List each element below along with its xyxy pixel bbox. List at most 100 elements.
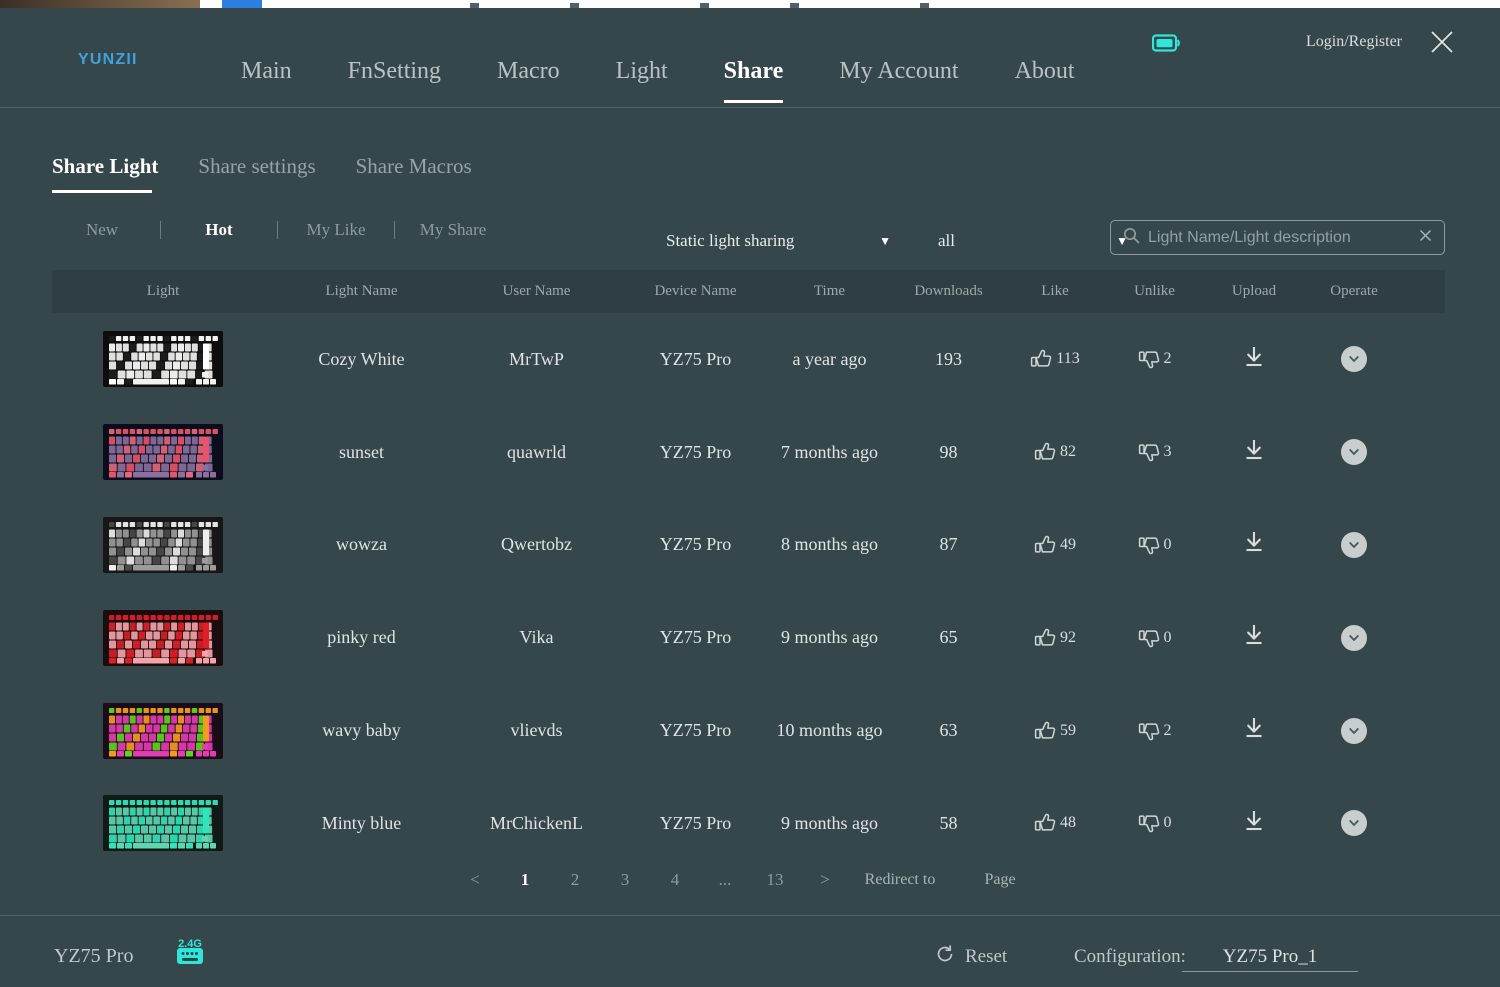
pagination-page-2[interactable]: 2 <box>550 870 600 890</box>
cell-user-name: vlievds <box>510 720 563 741</box>
sort-filter-new[interactable]: New <box>52 220 152 240</box>
sort-filter-my-share[interactable]: My Share <box>403 220 503 240</box>
like-button[interactable]: 59 <box>1005 719 1105 743</box>
operate-expand-button[interactable] <box>1341 624 1367 651</box>
cell-time: 7 months ago <box>781 441 878 462</box>
unlike-button[interactable]: 3 <box>1105 440 1204 464</box>
operate-expand-button[interactable] <box>1341 531 1367 558</box>
table-row[interactable]: wavy baby vlievds YZ75 Pro 10 months ago 63 5… <box>52 684 1445 777</box>
sort-filter-hot[interactable]: Hot <box>169 220 269 240</box>
pagination-prev[interactable]: < <box>450 870 500 890</box>
search-input[interactable] <box>1148 228 1411 247</box>
clear-icon[interactable] <box>1417 227 1434 249</box>
download-icon <box>1246 346 1262 366</box>
like-button[interactable]: 49 <box>1005 533 1105 557</box>
cell-device-name: YZ75 Pro <box>659 627 732 648</box>
download-button[interactable] <box>1241 808 1267 834</box>
cell-time: 8 months ago <box>781 534 878 555</box>
table-row[interactable]: Cozy White MrTwP YZ75 Pro a year ago 193 113 2 <box>52 313 1445 406</box>
pagination-page-4[interactable]: 4 <box>650 870 700 890</box>
sort-filter-my-like[interactable]: My Like <box>286 220 386 240</box>
like-count: 82 <box>1060 443 1076 461</box>
cell-time: a year ago <box>792 348 867 369</box>
browser-active-tab-sliver <box>222 0 262 8</box>
share-light-table: Light Light Name User Name Device Name T… <box>52 270 1445 870</box>
login-register-link[interactable]: Login/Register <box>1306 33 1402 51</box>
sharing-type-dropdown[interactable]: Static light sharing ▼ <box>666 226 891 256</box>
pagination-next[interactable]: > <box>800 870 850 890</box>
unlike-button[interactable]: 2 <box>1105 347 1204 371</box>
thumbs-down-icon <box>1138 351 1159 369</box>
redirect-to-label: Redirect to <box>864 871 936 888</box>
nav-item-light[interactable]: Light <box>588 58 696 85</box>
pagination-page-13[interactable]: 13 <box>750 870 800 890</box>
search-box <box>1110 220 1445 255</box>
cell-light-name: Minty blue <box>321 812 402 833</box>
download-button[interactable] <box>1241 715 1267 741</box>
table-row[interactable]: wowza Qwertobz YZ75 Pro 8 months ago 87 49 0 <box>52 499 1445 592</box>
download-button[interactable] <box>1241 437 1267 463</box>
nav-item-macro[interactable]: Macro <box>469 58 588 85</box>
download-button[interactable] <box>1241 529 1267 555</box>
table-row[interactable]: Minty blue MrChickenL YZ75 Pro 9 months ago… <box>52 777 1445 870</box>
download-button[interactable] <box>1241 622 1267 648</box>
nav-item-main[interactable]: Main <box>213 58 320 85</box>
like-button[interactable]: 113 <box>1005 347 1105 371</box>
like-button[interactable]: 82 <box>1005 440 1105 464</box>
table-row[interactable]: sunset quawrld YZ75 Pro 7 months ago 98 82 3 <box>52 406 1445 499</box>
cell-light-preview[interactable] <box>52 702 274 759</box>
divider <box>160 221 161 239</box>
sharing-scope-dropdown[interactable]: all ▼ <box>938 226 1128 256</box>
footer-device-name: YZ75 Pro <box>54 945 134 967</box>
configuration-value: YZ75 Pro_1 <box>1222 945 1318 967</box>
configuration-field[interactable]: YZ75 Pro_1 <box>1182 942 1358 972</box>
nav-item-my-account[interactable]: My Account <box>811 58 986 85</box>
cell-light-preview[interactable] <box>52 795 274 852</box>
column-header-like: Like <box>1041 283 1069 299</box>
cell-light-preview[interactable] <box>52 331 274 388</box>
pagination-page-3[interactable]: 3 <box>600 870 650 890</box>
main-navigation: Main FnSetting Macro Light Share My Acco… <box>213 58 1103 103</box>
cell-light-preview[interactable] <box>52 424 274 481</box>
keyboard-light-preview <box>103 424 223 481</box>
filter-bar: New Hot My Like My Share Static light sh… <box>52 220 1445 262</box>
app-footer: YZ75 Pro 2.4G Reset Configuration: YZ75 … <box>0 915 1500 987</box>
download-button[interactable] <box>1241 344 1267 370</box>
like-button[interactable]: 48 <box>1005 811 1105 835</box>
desktop-background-strip <box>0 0 1500 8</box>
download-icon <box>1246 625 1262 645</box>
column-header-upload: Upload <box>1231 283 1277 299</box>
close-icon[interactable] <box>1428 28 1456 56</box>
nav-item-fnsetting[interactable]: FnSetting <box>320 58 469 85</box>
nav-item-share[interactable]: Share <box>696 58 812 103</box>
cell-light-preview[interactable] <box>52 516 274 573</box>
nav-label: Share <box>723 58 784 84</box>
operate-expand-button[interactable] <box>1341 717 1367 744</box>
cell-light-preview[interactable] <box>52 609 274 666</box>
unlike-button[interactable]: 0 <box>1105 811 1204 835</box>
operate-expand-button[interactable] <box>1341 346 1367 373</box>
column-header-operate: Operate <box>1330 283 1378 299</box>
table-row[interactable]: pinky red Vika YZ75 Pro 9 months ago 65 92 0 <box>52 591 1445 684</box>
share-subtabs: Share Light Share settings Share Macros <box>52 154 472 193</box>
unlike-button[interactable]: 0 <box>1105 533 1204 557</box>
thumbs-up-icon <box>1034 442 1056 460</box>
subtab-share-settings[interactable]: Share settings <box>198 154 315 193</box>
pagination-page-1[interactable]: 1 <box>500 870 550 890</box>
like-button[interactable]: 92 <box>1005 626 1105 650</box>
cell-downloads: 58 <box>939 812 958 833</box>
unlike-button[interactable]: 2 <box>1105 719 1204 743</box>
reset-label: Reset <box>965 945 1008 967</box>
subtab-share-light[interactable]: Share Light <box>52 154 158 193</box>
download-icon <box>1246 532 1262 552</box>
reset-button[interactable]: Reset <box>935 944 1007 969</box>
nav-item-about[interactable]: About <box>987 58 1103 85</box>
cell-user-name: Qwertobz <box>501 534 572 555</box>
unlike-count: 0 <box>1163 535 1172 553</box>
subtab-share-macros[interactable]: Share Macros <box>356 154 472 193</box>
chevron-down-icon <box>1349 449 1359 456</box>
operate-expand-button[interactable] <box>1341 439 1367 466</box>
operate-expand-button[interactable] <box>1341 810 1367 837</box>
cell-device-name: YZ75 Pro <box>659 441 732 462</box>
unlike-button[interactable]: 0 <box>1105 626 1204 650</box>
